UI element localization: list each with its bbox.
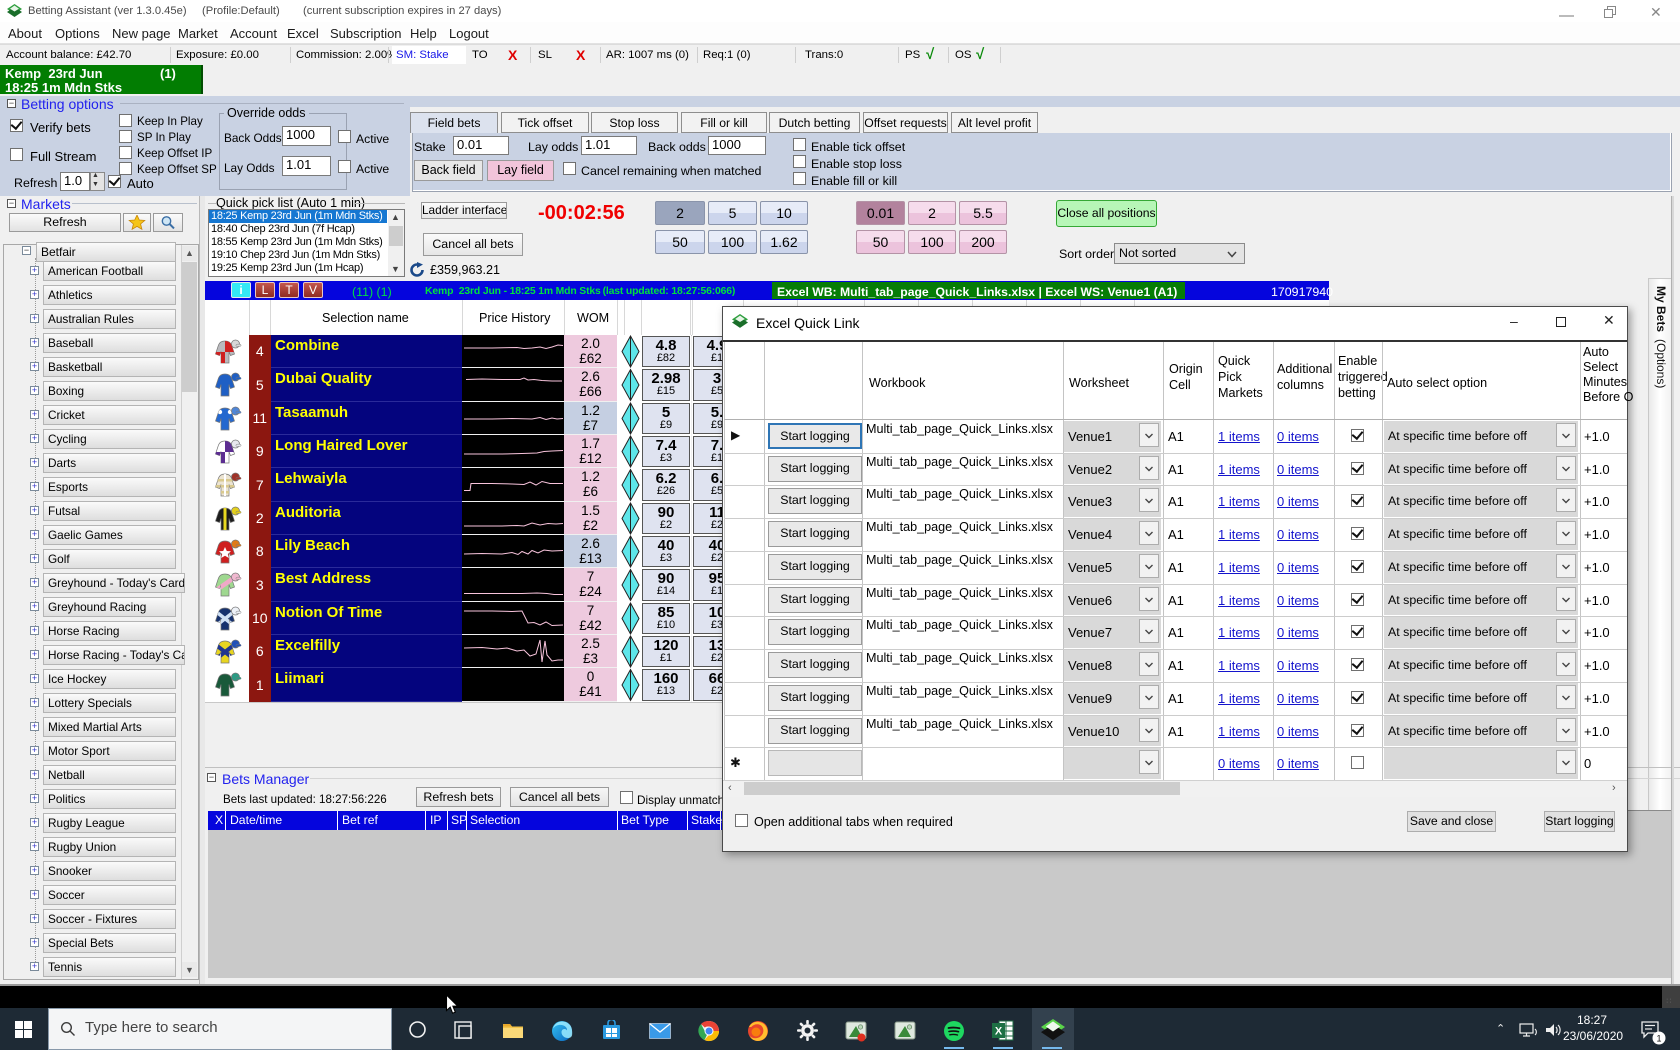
svg-text:1: 1 [1656,1034,1661,1044]
svg-text:X: X [995,1026,1003,1038]
